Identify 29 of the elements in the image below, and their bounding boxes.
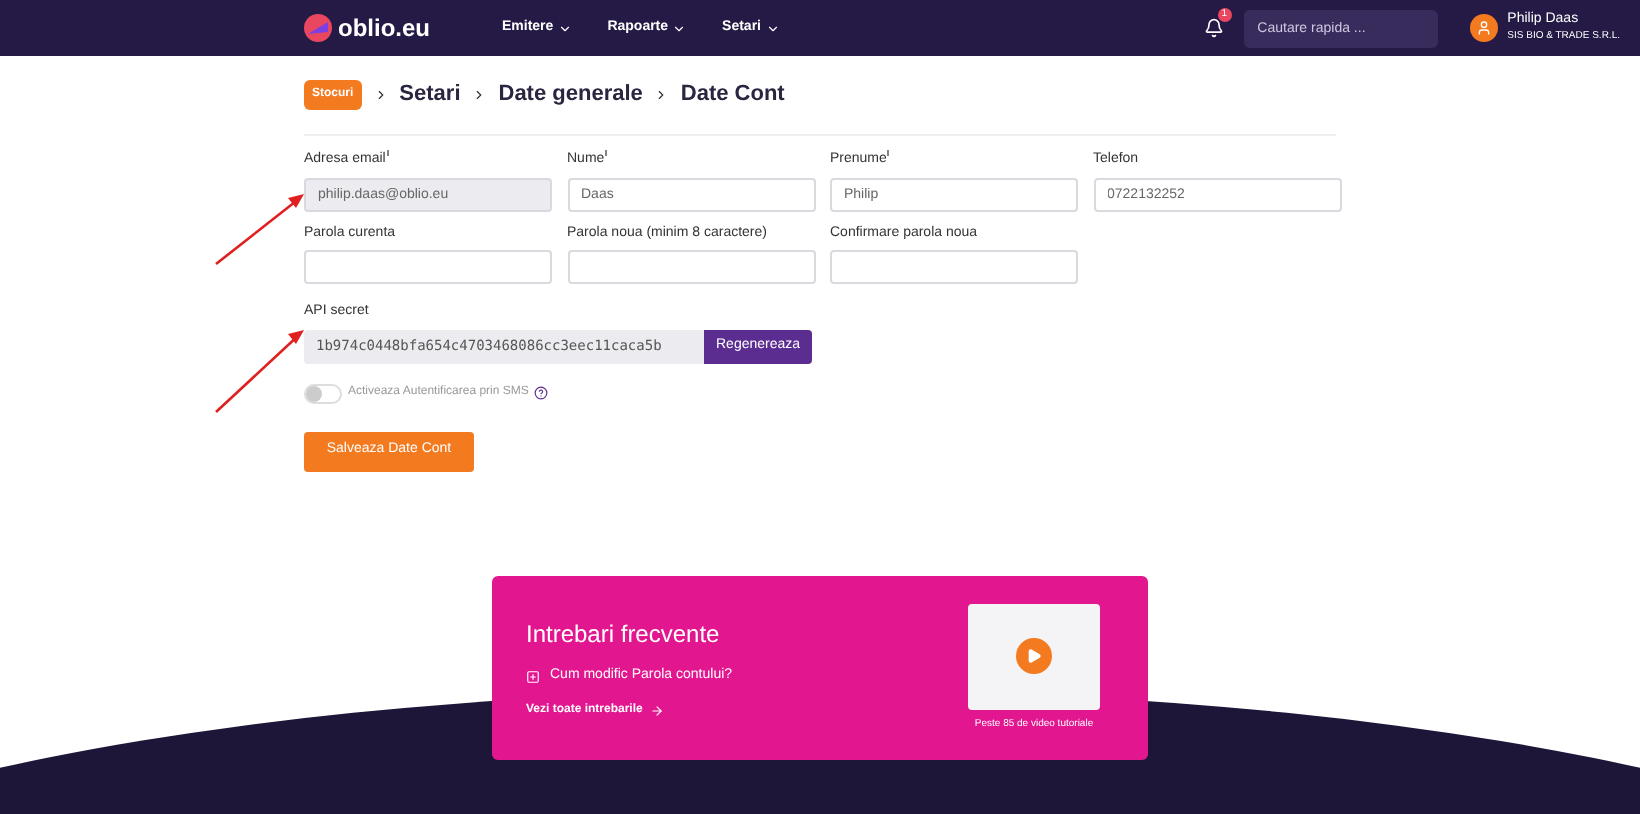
breadcrumb-item: Date Cont [680,80,785,111]
expand-icon [526,670,540,684]
annotation-arrow [212,328,308,416]
input-field[interactable] [567,250,815,284]
annotation-arrow [212,192,308,268]
logo[interactable]: oblio.eu [338,10,430,46]
caret-icon [557,21,572,35]
breadcrumb-item[interactable]: Setari [399,78,461,112]
caret-icon [672,21,687,35]
required-mark-icon [886,150,891,156]
required-mark-icon [385,150,390,156]
chevron-icon [472,88,487,102]
avatar[interactable] [1469,14,1498,42]
video-thumbnail[interactable] [968,603,1100,710]
breadcrumb-item[interactable]: Date generale [498,78,643,112]
chevron-icon [654,88,669,102]
toggle-switch[interactable] [304,383,342,403]
play-icon [1016,638,1052,675]
help-icon[interactable] [534,386,549,400]
chevron-icon [373,88,388,102]
notification-icon[interactable] [1203,18,1224,38]
input-field[interactable] [304,250,552,284]
arrow-icon [650,703,665,718]
user-icon [1475,20,1492,36]
input-field[interactable] [830,250,1078,284]
logo-icon [304,14,332,42]
caret-icon [765,21,779,35]
faq-title: Intrebari frecvente [526,618,722,653]
required-mark-icon [604,150,609,156]
